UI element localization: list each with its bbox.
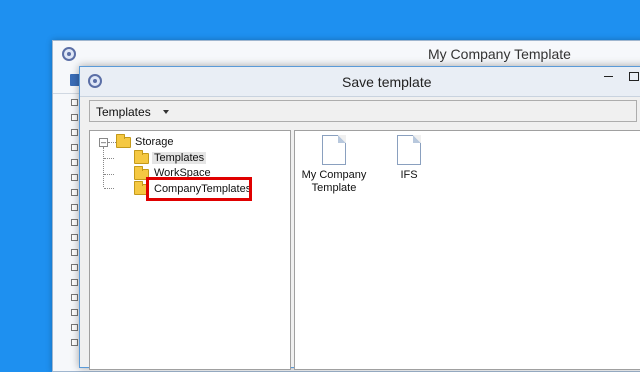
expander-icon[interactable] (71, 279, 78, 286)
chevron-down-icon (163, 110, 169, 114)
expander-icon[interactable] (71, 219, 78, 226)
minimize-button[interactable] (595, 67, 621, 89)
expander-icon[interactable] (71, 99, 78, 106)
storage-dropdown[interactable]: Templates (89, 100, 637, 122)
minimize-icon (603, 76, 613, 78)
folder-tree[interactable]: – Storage Templates WorkSpace CompanyTem… (89, 130, 291, 370)
background-window-title: My Company Template (428, 46, 571, 62)
file-item[interactable]: IFS (374, 135, 444, 182)
tree-node-templates[interactable]: Templates (152, 152, 207, 164)
document-icon (397, 135, 421, 165)
expander-icon[interactable] (71, 204, 78, 211)
collapse-icon[interactable]: – (99, 138, 108, 147)
tree-line (104, 174, 114, 175)
maximize-button[interactable] (621, 67, 640, 89)
tree-line (104, 188, 114, 189)
expander-icon[interactable] (71, 234, 78, 241)
dialog-title: Save template (342, 74, 432, 90)
folder-icon (134, 150, 149, 164)
expander-icon[interactable] (71, 249, 78, 256)
file-name: My Company Template (301, 169, 367, 194)
tree-line (104, 158, 114, 159)
tree-line (103, 147, 104, 187)
expander-icon[interactable] (71, 174, 78, 181)
expander-icon[interactable] (71, 129, 78, 136)
expander-icon[interactable] (71, 144, 78, 151)
tree-node-storage[interactable]: Storage (135, 136, 174, 148)
expander-icon[interactable] (71, 294, 78, 301)
app-logo-icon (88, 74, 102, 88)
document-icon (322, 135, 346, 165)
app-logo-icon (62, 47, 76, 61)
storage-dropdown-label: Templates (96, 105, 151, 119)
folder-icon (116, 134, 131, 148)
expander-icon[interactable] (71, 114, 78, 121)
expander-icon[interactable] (71, 309, 78, 316)
expander-icon[interactable] (71, 324, 78, 331)
expander-icon[interactable] (71, 189, 78, 196)
file-item[interactable]: My Company Template (299, 135, 369, 195)
file-name: IFS (400, 169, 418, 181)
expander-icon[interactable] (71, 339, 78, 346)
maximize-icon (629, 72, 639, 82)
expander-icon[interactable] (71, 264, 78, 271)
annotation-highlight-box (146, 177, 252, 201)
save-template-dialog: Save template Templates – Storage Templa… (79, 66, 640, 370)
dialog-titlebar[interactable]: Save template (80, 67, 640, 97)
background-window-titlebar: My Company Template (53, 41, 640, 69)
template-file-list[interactable]: My Company Template IFS (294, 130, 640, 370)
expander-icon[interactable] (71, 159, 78, 166)
